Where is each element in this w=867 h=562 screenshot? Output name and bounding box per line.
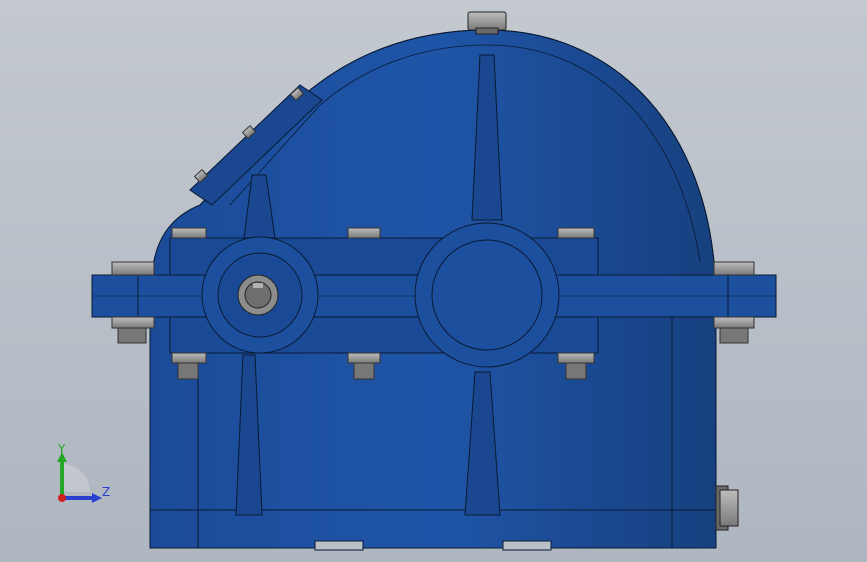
bearing-boss-small xyxy=(201,236,319,354)
gearbox-model[interactable] xyxy=(0,0,867,562)
drain-plug-icon xyxy=(715,485,739,531)
bearing-boss-large xyxy=(414,222,560,368)
y-axis-label: Y xyxy=(58,442,66,456)
origin-icon xyxy=(58,494,66,502)
z-arrow-icon xyxy=(92,493,102,503)
reference-triad: Y Z xyxy=(50,440,120,510)
graphics-viewport[interactable]: Y Z xyxy=(0,0,867,562)
z-axis-label: Z xyxy=(102,485,111,499)
